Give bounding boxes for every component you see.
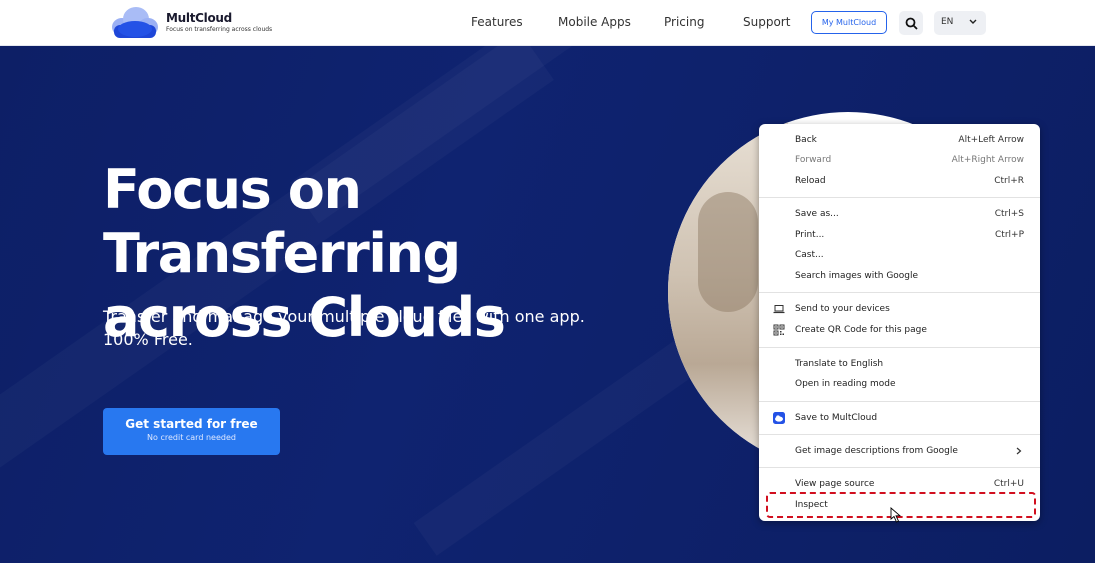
brand-name: MultCloud [166, 11, 232, 25]
menu-item-label: Send to your devices [795, 304, 890, 314]
menu-item-save-to-multcloud[interactable]: Save to MultCloud [759, 408, 1040, 428]
menu-item-label: Print... [795, 230, 825, 240]
menu-separator [759, 434, 1040, 435]
logo[interactable]: MultCloud Focus on transferring across c… [108, 5, 278, 41]
my-multcloud-button[interactable]: My MultCloud [811, 11, 887, 34]
menu-item-back[interactable]: Back Alt+Left Arrow [759, 130, 1040, 150]
hero-subtitle-line2: 100% Free. [103, 330, 193, 349]
menu-item-send-to-devices[interactable]: Send to your devices [759, 299, 1040, 319]
nav-pricing[interactable]: Pricing [664, 15, 704, 29]
hero-subtitle-line1: Transfer and manage your multiple cloud … [103, 307, 585, 326]
menu-item-image-descriptions[interactable]: Get image descriptions from Google [759, 441, 1040, 461]
nav-mobile-apps[interactable]: Mobile Apps [558, 15, 631, 29]
hero-subtitle: Transfer and manage your multiple cloud … [103, 305, 623, 351]
menu-item-reload[interactable]: Reload Ctrl+R [759, 171, 1040, 191]
menu-separator [759, 292, 1040, 293]
search-icon [905, 17, 918, 30]
menu-item-label: Cast... [795, 250, 824, 260]
chevron-down-icon [969, 19, 977, 24]
menu-item-shortcut: Ctrl+S [994, 209, 1024, 219]
menu-item-label: Get image descriptions from Google [795, 446, 958, 456]
menu-item-search-images[interactable]: Search images with Google [759, 266, 1040, 286]
browser-context-menu: Back Alt+Left Arrow Forward Alt+Right Ar… [759, 124, 1040, 521]
get-started-button[interactable]: Get started for free No credit card need… [103, 408, 280, 455]
hero-title-line1: Focus on Transferring [103, 158, 461, 285]
menu-separator [759, 401, 1040, 402]
menu-item-save-as[interactable]: Save as... Ctrl+S [759, 204, 1040, 224]
menu-item-label: Forward [795, 155, 832, 165]
menu-item-shortcut: Ctrl+P [995, 230, 1024, 240]
menu-item-label: Create QR Code for this page [795, 325, 927, 335]
cloud-logo-icon [112, 7, 158, 38]
multcloud-icon [773, 412, 785, 424]
menu-separator [759, 467, 1040, 468]
menu-separator [759, 197, 1040, 198]
menu-item-cast[interactable]: Cast... [759, 245, 1040, 265]
menu-item-label: View page source [795, 479, 875, 489]
menu-item-shortcut: Alt+Right Arrow [951, 155, 1024, 165]
menu-item-label: Save as... [795, 209, 839, 219]
brand-tagline: Focus on transferring across clouds [166, 26, 273, 33]
menu-item-view-source[interactable]: View page source Ctrl+U [759, 474, 1040, 494]
hero-photo-shade [698, 192, 758, 312]
menu-separator [759, 347, 1040, 348]
site-header: MultCloud Focus on transferring across c… [0, 0, 1095, 46]
menu-item-translate[interactable]: Translate to English [759, 354, 1040, 374]
cta-note: No credit card needed [147, 433, 236, 442]
laptop-icon [773, 305, 785, 314]
menu-item-forward[interactable]: Forward Alt+Right Arrow [759, 150, 1040, 170]
language-value: EN [941, 17, 954, 27]
menu-item-shortcut: Alt+Left Arrow [958, 135, 1024, 145]
menu-item-label: Back [795, 135, 817, 145]
search-button[interactable] [899, 11, 923, 35]
menu-item-label: Reload [795, 176, 826, 186]
mouse-cursor-icon [890, 507, 902, 523]
menu-item-label: Open in reading mode [795, 379, 896, 389]
nav-support[interactable]: Support [743, 15, 790, 29]
menu-item-shortcut: Ctrl+R [994, 176, 1024, 186]
menu-item-reading-mode[interactable]: Open in reading mode [759, 374, 1040, 394]
nav-features[interactable]: Features [471, 15, 523, 29]
language-select[interactable]: EN [934, 11, 986, 35]
menu-item-label: Search images with Google [795, 271, 919, 281]
menu-item-create-qr[interactable]: Create QR Code for this page [759, 320, 1040, 340]
menu-item-shortcut: Ctrl+U [993, 479, 1024, 489]
menu-item-label: Translate to English [795, 359, 884, 369]
cta-label: Get started for free [125, 417, 258, 431]
qr-code-icon [773, 324, 785, 336]
menu-item-print[interactable]: Print... Ctrl+P [759, 225, 1040, 245]
menu-item-label: Save to MultCloud [795, 413, 878, 423]
chevron-right-icon [1016, 447, 1022, 455]
